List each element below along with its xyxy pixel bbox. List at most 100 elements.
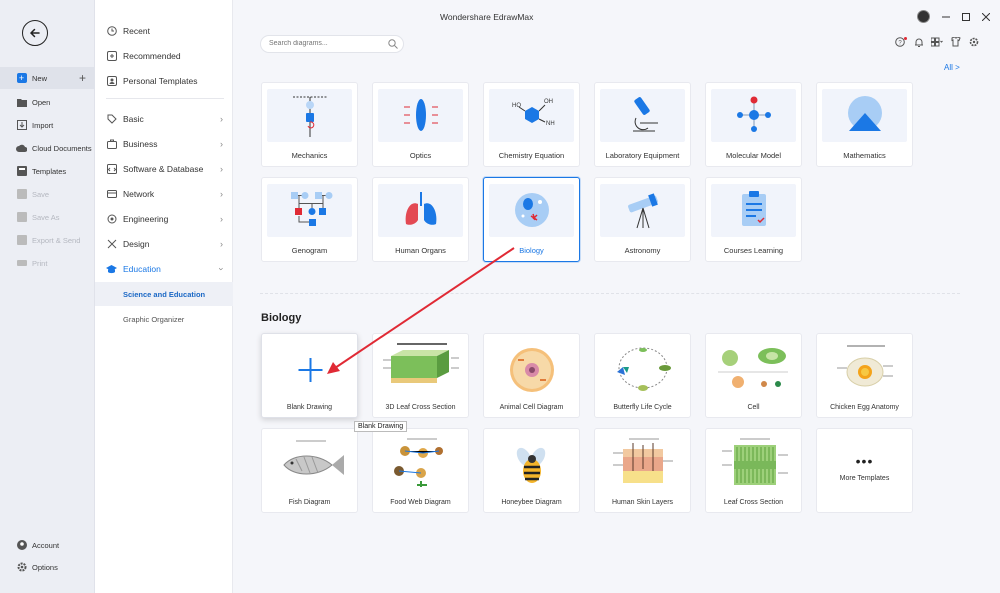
- leaf-cross-section-thumbnail: [710, 433, 799, 493]
- category-education[interactable]: Education ›: [95, 258, 233, 280]
- category-network[interactable]: Network ›: [95, 183, 233, 205]
- network-icon: [106, 189, 117, 200]
- search-input[interactable]: [269, 40, 379, 47]
- honeybee-thumbnail: [488, 433, 577, 493]
- template-fish-diagram[interactable]: Fish Diagram: [261, 428, 358, 513]
- rail-options-label: Options: [32, 562, 58, 572]
- telescope-icon: [600, 184, 685, 237]
- skin-layers-thumbnail: [599, 433, 688, 493]
- all-link[interactable]: All >: [944, 63, 960, 72]
- category-personal-templates[interactable]: Personal Templates: [95, 70, 233, 92]
- maximize-icon[interactable]: [962, 12, 970, 21]
- category-recommended[interactable]: Recommended: [95, 45, 233, 67]
- diagram-card-label: Mathematics: [843, 151, 886, 160]
- person-icon: [106, 76, 117, 87]
- template-honeybee-diagram[interactable]: Honeybee Diagram: [483, 428, 580, 513]
- diagram-card-optics[interactable]: Optics: [372, 82, 469, 167]
- rail-save[interactable]: Save: [0, 183, 95, 205]
- rail-save-as-label: Save As: [32, 212, 60, 222]
- template-label: Cell: [747, 404, 760, 411]
- rail-account[interactable]: Account: [0, 534, 95, 556]
- diagram-card-molecular-model[interactable]: Molecular Model: [705, 82, 802, 167]
- diagram-card-mathematics[interactable]: Mathematics: [816, 82, 913, 167]
- diagram-card-genogram[interactable]: Genogram: [261, 177, 358, 262]
- template-animal-cell-diagram[interactable]: Animal Cell Diagram: [483, 333, 580, 418]
- category-recent-label: Recent: [123, 26, 150, 36]
- rail-open[interactable]: Open: [0, 91, 95, 113]
- template-food-web-diagram[interactable]: Food Web Diagram: [372, 428, 469, 513]
- diagram-card-mechanics[interactable]: Mechanics: [261, 82, 358, 167]
- rail-import[interactable]: Import: [0, 114, 95, 136]
- rail-export-send[interactable]: Export & Send: [0, 229, 95, 251]
- rail-account-label: Account: [32, 540, 60, 550]
- apps-icon[interactable]: [931, 37, 943, 47]
- diagram-card-courses-learning[interactable]: Courses Learning: [705, 177, 802, 262]
- subcategory-science-education[interactable]: Science and Education: [95, 282, 233, 306]
- microscope-icon: [600, 89, 685, 142]
- help-icon[interactable]: ?: [895, 37, 907, 47]
- diagram-card-label: Optics: [409, 151, 432, 160]
- chevron-right-icon: ›: [220, 239, 223, 249]
- recommended-icon: [106, 51, 117, 62]
- avatar[interactable]: [917, 10, 930, 23]
- minimize-icon[interactable]: [942, 13, 950, 21]
- more-templates-label: More Templates: [839, 475, 890, 482]
- education-icon: [106, 264, 117, 275]
- rail-options[interactable]: Options: [0, 556, 95, 578]
- rail-save-as[interactable]: Save As: [0, 206, 95, 228]
- diagram-card-chemistry-equation[interactable]: HO OH NH Chemistry Equation: [483, 82, 580, 167]
- search-box[interactable]: [260, 35, 404, 53]
- template-cell[interactable]: Cell: [705, 333, 802, 418]
- bell-icon[interactable]: [914, 37, 924, 47]
- diagram-card-human-organs[interactable]: Human Organs: [372, 177, 469, 262]
- category-basic[interactable]: Basic ›: [95, 108, 233, 130]
- rail-cloud-documents[interactable]: Cloud Documents: [0, 137, 95, 159]
- category-engineering[interactable]: Engineering ›: [95, 208, 233, 230]
- software-icon: [106, 164, 117, 175]
- tag-icon: [106, 114, 117, 125]
- templates-icon: [16, 166, 27, 177]
- chemistry-icon: HO OH NH: [489, 89, 574, 142]
- plus-icon[interactable]: +: [79, 71, 86, 85]
- template-3d-leaf-cross-section[interactable]: 3D Leaf Cross Section: [372, 333, 469, 418]
- rail-templates-label: Templates: [32, 166, 67, 176]
- diagram-card-laboratory-equipment[interactable]: Laboratory Equipment: [594, 82, 691, 167]
- category-design-label: Design: [123, 239, 150, 249]
- chevron-down-icon: ›: [216, 267, 227, 271]
- shirt-icon[interactable]: [950, 37, 962, 47]
- subcategory-science-label: Science and Education: [123, 289, 206, 299]
- template-blank-drawing[interactable]: Blank Drawing: [261, 333, 358, 418]
- diagram-card-biology[interactable]: Biology: [483, 177, 580, 262]
- more-templates-button[interactable]: ••• More Templates: [816, 428, 913, 513]
- template-human-skin-layers[interactable]: Human Skin Layers: [594, 428, 691, 513]
- category-basic-label: Basic: [123, 114, 144, 124]
- back-button[interactable]: [22, 20, 48, 46]
- category-recent[interactable]: Recent: [95, 20, 233, 42]
- rail-templates[interactable]: Templates: [0, 160, 95, 182]
- rail-open-label: Open: [32, 97, 51, 107]
- rail-print[interactable]: Print: [0, 252, 95, 274]
- template-butterfly-life-cycle[interactable]: Butterfly Life Cycle: [594, 333, 691, 418]
- design-icon: [106, 239, 117, 250]
- rail-new[interactable]: + New +: [0, 67, 95, 89]
- search-icon[interactable]: [388, 39, 398, 56]
- close-icon[interactable]: [982, 12, 990, 21]
- diagram-card-astronomy[interactable]: Astronomy: [594, 177, 691, 262]
- subcategory-graphic-organizer[interactable]: Graphic Organizer: [95, 307, 233, 331]
- chevron-right-icon: ›: [220, 139, 223, 149]
- template-leaf-cross-section[interactable]: Leaf Cross Section: [705, 428, 802, 513]
- diagram-card-label: Mechanics: [291, 151, 328, 160]
- chevron-right-icon: ›: [220, 164, 223, 174]
- tooltip: Blank Drawing: [354, 421, 408, 432]
- template-label: Chicken Egg Anatomy: [830, 404, 899, 411]
- diagram-card-label: Biology: [519, 246, 544, 255]
- arrow-left-icon: [29, 28, 40, 38]
- settings-icon[interactable]: [969, 37, 979, 47]
- template-chicken-egg-anatomy[interactable]: Chicken Egg Anatomy: [816, 333, 913, 418]
- category-design[interactable]: Design ›: [95, 233, 233, 255]
- save-as-icon: [16, 212, 27, 223]
- category-business[interactable]: Business ›: [95, 133, 233, 155]
- rail-save-label: Save: [32, 189, 50, 199]
- category-software-database[interactable]: Software & Database ›: [95, 158, 233, 180]
- briefcase-icon: [106, 139, 117, 150]
